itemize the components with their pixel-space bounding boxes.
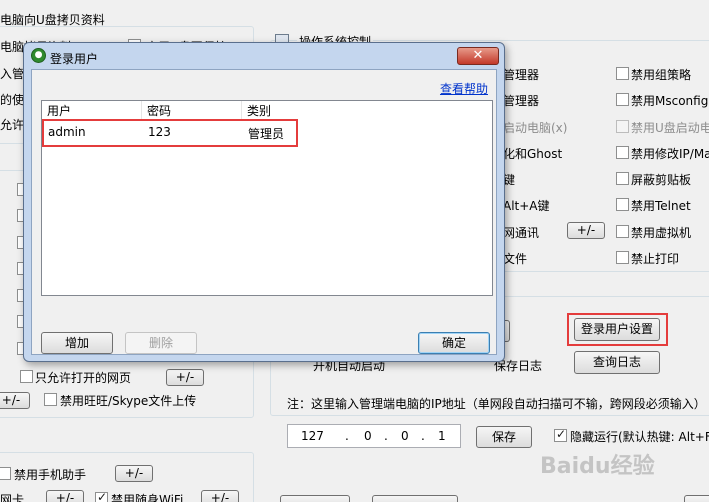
- os-item-left-0: 管理器: [503, 68, 540, 82]
- ban-phone-assistant-label: 禁用手机助手: [14, 468, 87, 482]
- open-pages-plusminus-button[interactable]: +/-: [166, 369, 204, 386]
- os-item-right-7: 禁止打印: [631, 252, 680, 266]
- bg-left-line-0: 电脑向U盘拷贝资料: [0, 13, 105, 27]
- os-item-left-6: 网通讯: [503, 226, 540, 240]
- network-plusminus-button[interactable]: +/-: [567, 222, 605, 239]
- os-item-right-2: 禁用U盘启动电: [631, 121, 709, 135]
- os-item-right-6: 禁用虚拟机: [631, 226, 692, 240]
- ip-hint-text: 注：这里输入管理端电脑的IP地址（单网段自动扫描可不输，跨网段必须输入）: [287, 397, 706, 411]
- login-users-dialog: ● 登录用户 ✕ 查看帮助 用户 密码 类别 admin 123 管理员 增加 …: [23, 42, 505, 362]
- os-item-left-7: 文件: [503, 252, 528, 266]
- ip-octet-3[interactable]: 0: [401, 429, 409, 443]
- ip-octet-1[interactable]: 127: [301, 429, 324, 443]
- ban-vm-checkbox[interactable]: [616, 225, 629, 238]
- delete-button[interactable]: 删除: [125, 332, 197, 354]
- wifi-plusminus-button[interactable]: +/-: [201, 490, 239, 502]
- login-users-highlight: [567, 313, 668, 346]
- os-item-right-0: 禁用组策略: [631, 68, 692, 82]
- os-item-left-2: 启动电脑(x): [503, 121, 568, 135]
- ip-dot-2: .: [384, 429, 388, 443]
- bottom-button-1[interactable]: [280, 495, 350, 502]
- ip-address-input[interactable]: 127 . 0 . 0 . 1: [287, 424, 461, 448]
- bottom-button-3[interactable]: [684, 495, 709, 502]
- ban-telnet-checkbox[interactable]: [616, 198, 629, 211]
- baidu-watermark: Baidu经验: [540, 454, 655, 479]
- ban-wifi-label: 禁用随身WiFi: [111, 493, 184, 502]
- hide-run-checkbox[interactable]: [554, 427, 567, 442]
- ip-octet-2[interactable]: 0: [364, 429, 372, 443]
- ban-phone-assistant-checkbox[interactable]: [0, 467, 11, 480]
- only-open-pages-label: 只允许打开的网页: [35, 371, 132, 385]
- dialog-client-area: 查看帮助 用户 密码 类别 admin 123 管理员 增加 删除 确定: [31, 69, 497, 355]
- save-ip-button[interactable]: 保存: [476, 426, 532, 448]
- add-button[interactable]: 增加: [41, 332, 113, 354]
- query-log-button[interactable]: 查询日志: [574, 351, 660, 374]
- os-item-left-1: 管理器: [503, 94, 540, 108]
- ok-button[interactable]: 确定: [418, 332, 490, 354]
- nic-label: 网卡: [0, 493, 25, 502]
- os-item-left-5: Alt+A键: [503, 199, 550, 213]
- left-plusminus-button[interactable]: +/-: [0, 392, 30, 409]
- column-header-user[interactable]: 用户: [42, 101, 142, 121]
- ban-modify-ip-checkbox[interactable]: [616, 146, 629, 159]
- os-item-right-3: 禁用修改IP/Ma: [631, 147, 709, 161]
- ban-usb-boot-checkbox[interactable]: [616, 120, 629, 133]
- os-item-left-3: 化和Ghost: [503, 147, 563, 161]
- ip-dot-1: .: [345, 429, 349, 443]
- column-header-password[interactable]: 密码: [142, 101, 242, 121]
- os-item-right-5: 禁用Telnet: [631, 199, 691, 213]
- column-header-category[interactable]: 类别: [242, 101, 342, 121]
- ban-wangwang-checkbox[interactable]: [44, 393, 57, 406]
- admin-row-highlight: [42, 119, 298, 147]
- ip-octet-4[interactable]: 1: [438, 429, 446, 443]
- app-icon: ●: [31, 48, 46, 63]
- phone-plusminus-button[interactable]: +/-: [115, 465, 153, 482]
- only-open-pages-checkbox[interactable]: [20, 370, 33, 383]
- ban-print-checkbox[interactable]: [616, 251, 629, 264]
- block-clipboard-checkbox[interactable]: [616, 172, 629, 185]
- ban-wifi-checkbox[interactable]: [95, 490, 108, 502]
- close-button[interactable]: ✕: [457, 47, 499, 65]
- os-item-right-1: 禁用Msconfig: [631, 94, 709, 108]
- bottom-button-2[interactable]: [372, 495, 458, 502]
- ban-group-policy-checkbox[interactable]: [616, 67, 629, 80]
- nic-plusminus-button[interactable]: +/-: [46, 490, 84, 502]
- os-item-right-4: 屏蔽剪贴板: [631, 173, 692, 187]
- dialog-title: 登录用户: [50, 52, 99, 66]
- hide-run-label: 隐藏运行(默认热键: Alt+F: [570, 430, 709, 444]
- ban-wangwang-label: 禁用旺旺/Skype文件上传: [60, 394, 197, 408]
- ip-dot-3: .: [421, 429, 425, 443]
- help-link[interactable]: 查看帮助: [440, 80, 488, 97]
- ban-msconfig-checkbox[interactable]: [616, 93, 629, 106]
